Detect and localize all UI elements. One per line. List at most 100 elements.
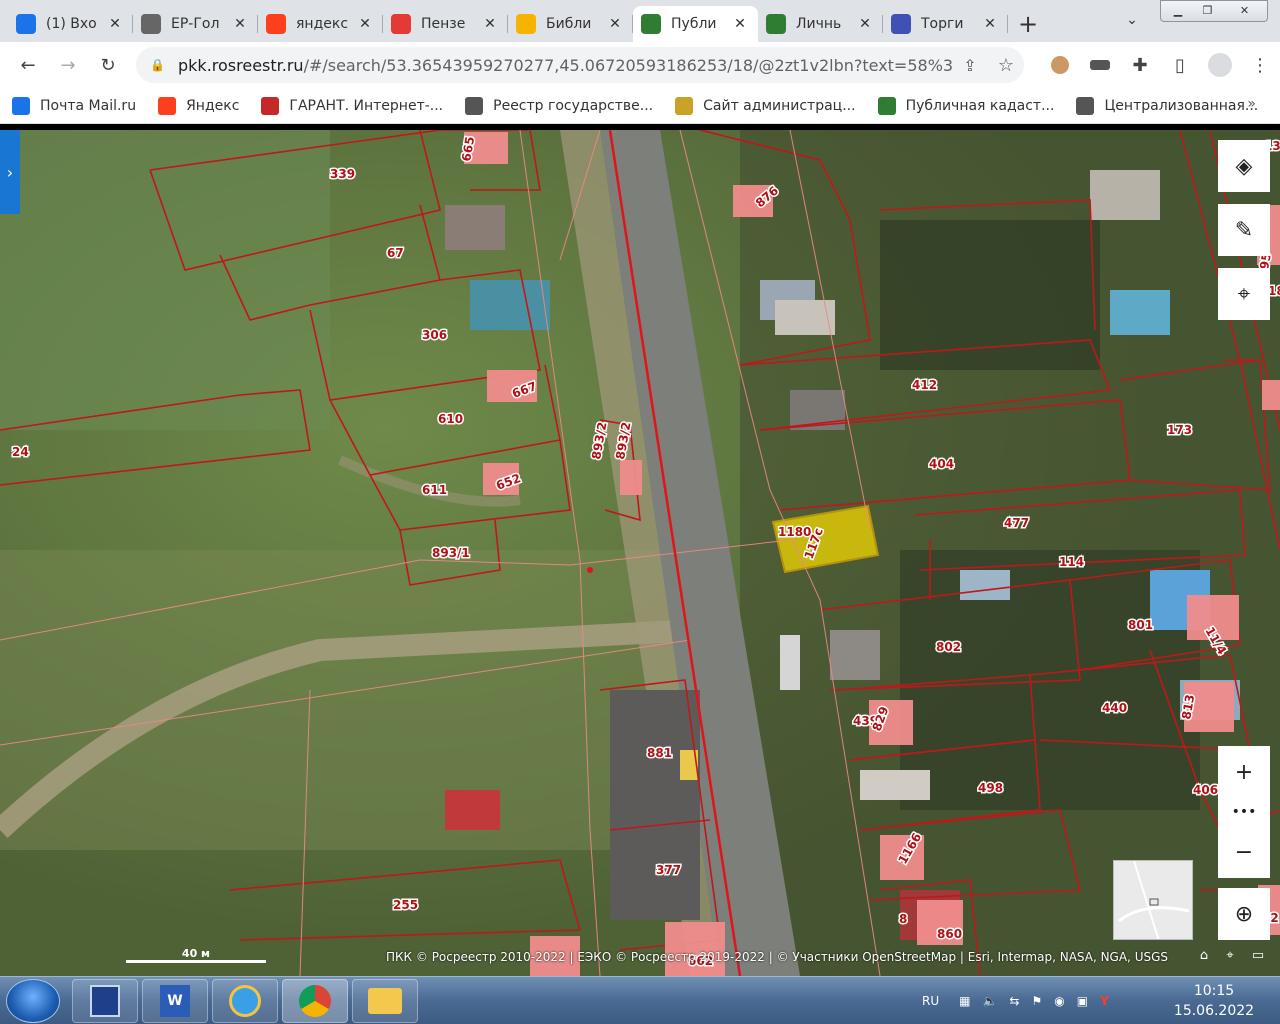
close-tab-icon[interactable]: ✕ xyxy=(355,16,375,32)
tab-title: ЕР-Гол xyxy=(171,16,220,32)
parcel-label[interactable]: 306 xyxy=(421,327,449,344)
parcel-label[interactable]: 611 xyxy=(421,482,449,499)
yandex-tray-icon[interactable]: Y xyxy=(1100,994,1109,1008)
taskbar-word-icon[interactable]: W xyxy=(142,979,208,1023)
network-icon[interactable]: ▦ xyxy=(959,994,970,1008)
new-tab-button[interactable]: + xyxy=(1008,6,1048,42)
bookmark-3[interactable]: Реестр государстве... xyxy=(465,96,653,115)
close-tab-icon[interactable]: ✕ xyxy=(605,16,625,32)
share-icon[interactable]: ⇪ xyxy=(952,56,988,75)
bookmark-5[interactable]: Публичная кадаст... xyxy=(877,96,1054,115)
bookmark-label: Яндекс xyxy=(186,97,240,114)
home-icon[interactable]: ⌂ xyxy=(1194,948,1214,968)
close-tab-icon[interactable]: ✕ xyxy=(730,16,750,32)
bookmark-1[interactable]: Яндекс xyxy=(158,96,240,115)
close-tab-icon[interactable]: ✕ xyxy=(105,16,125,32)
parcel-label[interactable]: 339 xyxy=(329,166,357,183)
yandex-icon xyxy=(266,14,286,34)
clock-time: 10:15 xyxy=(1193,983,1235,999)
parcel-label[interactable]: 610 xyxy=(437,411,465,428)
parcel-label[interactable]: 802 xyxy=(935,639,963,656)
close-tab-icon[interactable]: ✕ xyxy=(480,16,500,32)
close-tab-icon[interactable]: ✕ xyxy=(230,16,250,32)
address-bar[interactable]: 🔒 pkk.rosreestr.ru/#/search/53.365439592… xyxy=(136,47,1024,83)
close-tab-icon[interactable]: ✕ xyxy=(855,16,875,32)
parcel-label[interactable]: 477 xyxy=(1003,515,1031,532)
parcel-label[interactable]: 406 xyxy=(1192,782,1220,799)
bookmark-6[interactable]: Централизованная... xyxy=(1076,96,1258,115)
ruler-icon[interactable]: ✎ xyxy=(1218,204,1270,256)
clock[interactable]: 10:15 15.06.2022 xyxy=(1160,981,1268,1021)
tab-1[interactable]: ЕР-Гол ✕ xyxy=(133,6,258,42)
extension-hat-icon[interactable] xyxy=(1080,45,1120,85)
parcel-label[interactable]: 24 xyxy=(11,444,31,461)
tab-5[interactable]: Публи ✕ xyxy=(633,6,758,42)
locate-icon[interactable]: ⌖ xyxy=(1218,268,1270,320)
reload-icon[interactable]: ↻ xyxy=(88,45,128,85)
taskbar-ie-icon[interactable] xyxy=(212,979,278,1023)
menu-kebab-icon[interactable]: ⋮ xyxy=(1240,45,1280,85)
bookmark-star-icon[interactable]: ☆ xyxy=(988,55,1024,76)
taskbar-explorer-icon[interactable] xyxy=(352,979,418,1023)
tab-6[interactable]: Личнь ✕ xyxy=(758,6,883,42)
volume-muted-icon[interactable]: 🔈 xyxy=(982,994,997,1008)
parcel-label[interactable]: 67 xyxy=(386,245,406,262)
more-tools-button[interactable]: ••• xyxy=(1218,798,1270,826)
taskbar-save-icon[interactable] xyxy=(72,979,138,1023)
gps-icon[interactable]: ⌖ xyxy=(1220,948,1240,968)
side-panel-icon[interactable]: ▯ xyxy=(1160,45,1200,85)
map-view[interactable]: 339 67 306 610 611 24 893/1 665 667 652 893/2 893/2… xyxy=(0,130,1280,976)
tab-7[interactable]: Торги ✕ xyxy=(883,6,1008,42)
teamviewer-icon[interactable]: ⇆ xyxy=(1009,994,1019,1008)
overview-minimap[interactable] xyxy=(1113,860,1193,940)
tab-search-icon[interactable]: ⌄ xyxy=(1120,8,1144,32)
parcel-label[interactable]: 893/1 xyxy=(431,545,472,562)
bookmark-0[interactable]: Почта Mail.ru xyxy=(12,96,136,115)
forward-icon[interactable]: → xyxy=(48,45,88,85)
bookmark-2[interactable]: ГАРАНТ. Интернет-... xyxy=(261,96,443,115)
layers-icon[interactable]: ◈ xyxy=(1218,140,1270,192)
parcel-label[interactable]: 377 xyxy=(655,862,683,879)
parcel-label[interactable]: 8 xyxy=(898,911,909,928)
zoom-out-button[interactable]: − xyxy=(1218,826,1270,878)
extension-icon[interactable] xyxy=(1040,45,1080,85)
bookmarks-more-icon[interactable]: » xyxy=(1247,96,1256,112)
clock-date: 15.06.2022 xyxy=(1173,1003,1255,1019)
emblem-icon xyxy=(891,14,911,34)
language-indicator[interactable]: RU xyxy=(922,994,939,1008)
flag-icon[interactable]: ⚑ xyxy=(1031,994,1042,1008)
parcel-label[interactable]: 860 xyxy=(936,926,964,943)
library-icon xyxy=(516,14,536,34)
kaspersky-icon[interactable]: ▣ xyxy=(1077,994,1088,1008)
tab-4[interactable]: Библи ✕ xyxy=(508,6,633,42)
parcel-label[interactable]: 440 xyxy=(1101,700,1129,717)
parcel-label[interactable]: 881 xyxy=(646,745,674,762)
extensions-puzzle-icon[interactable]: ✚ xyxy=(1120,45,1160,85)
bookmark-4[interactable]: Сайт администрац... xyxy=(675,96,856,115)
parcel-label[interactable]: 404 xyxy=(928,456,956,473)
parcel-label[interactable]: 114 xyxy=(1058,554,1086,571)
tab-0[interactable]: (1) Вхо ✕ xyxy=(8,6,133,42)
antivirus-icon[interactable]: ◉ xyxy=(1054,994,1064,1008)
scale-bar: 40 м xyxy=(126,947,266,967)
taskbar-chrome-icon[interactable] xyxy=(282,979,348,1023)
parcel-label[interactable]: 173 xyxy=(1166,422,1194,439)
parcel-label[interactable]: 498 xyxy=(977,780,1005,797)
compass-icon[interactable]: ⊕ xyxy=(1218,888,1270,940)
restore-button[interactable]: ❐ xyxy=(1190,0,1226,22)
parcel-label[interactable]: 412 xyxy=(911,377,939,394)
close-window-button[interactable]: ✕ xyxy=(1222,0,1268,22)
url-text[interactable]: pkk.rosreestr.ru/#/search/53.36543959270… xyxy=(178,56,952,75)
tab-2[interactable]: яндекс ✕ xyxy=(258,6,383,42)
parcel-label[interactable]: 1180 xyxy=(777,524,813,541)
parcel-label[interactable]: 255 xyxy=(392,897,420,914)
zoom-in-button[interactable]: + xyxy=(1218,746,1270,798)
parcel-label[interactable]: 801 xyxy=(1127,617,1155,634)
back-icon[interactable]: ← xyxy=(8,45,48,85)
side-panel-toggle[interactable]: › xyxy=(0,130,20,214)
fullscreen-icon[interactable]: ▭ xyxy=(1248,948,1268,968)
tab-3[interactable]: Пензе ✕ xyxy=(383,6,508,42)
close-tab-icon[interactable]: ✕ xyxy=(980,16,1000,32)
profile-avatar[interactable] xyxy=(1200,45,1240,85)
start-button[interactable] xyxy=(6,979,60,1023)
